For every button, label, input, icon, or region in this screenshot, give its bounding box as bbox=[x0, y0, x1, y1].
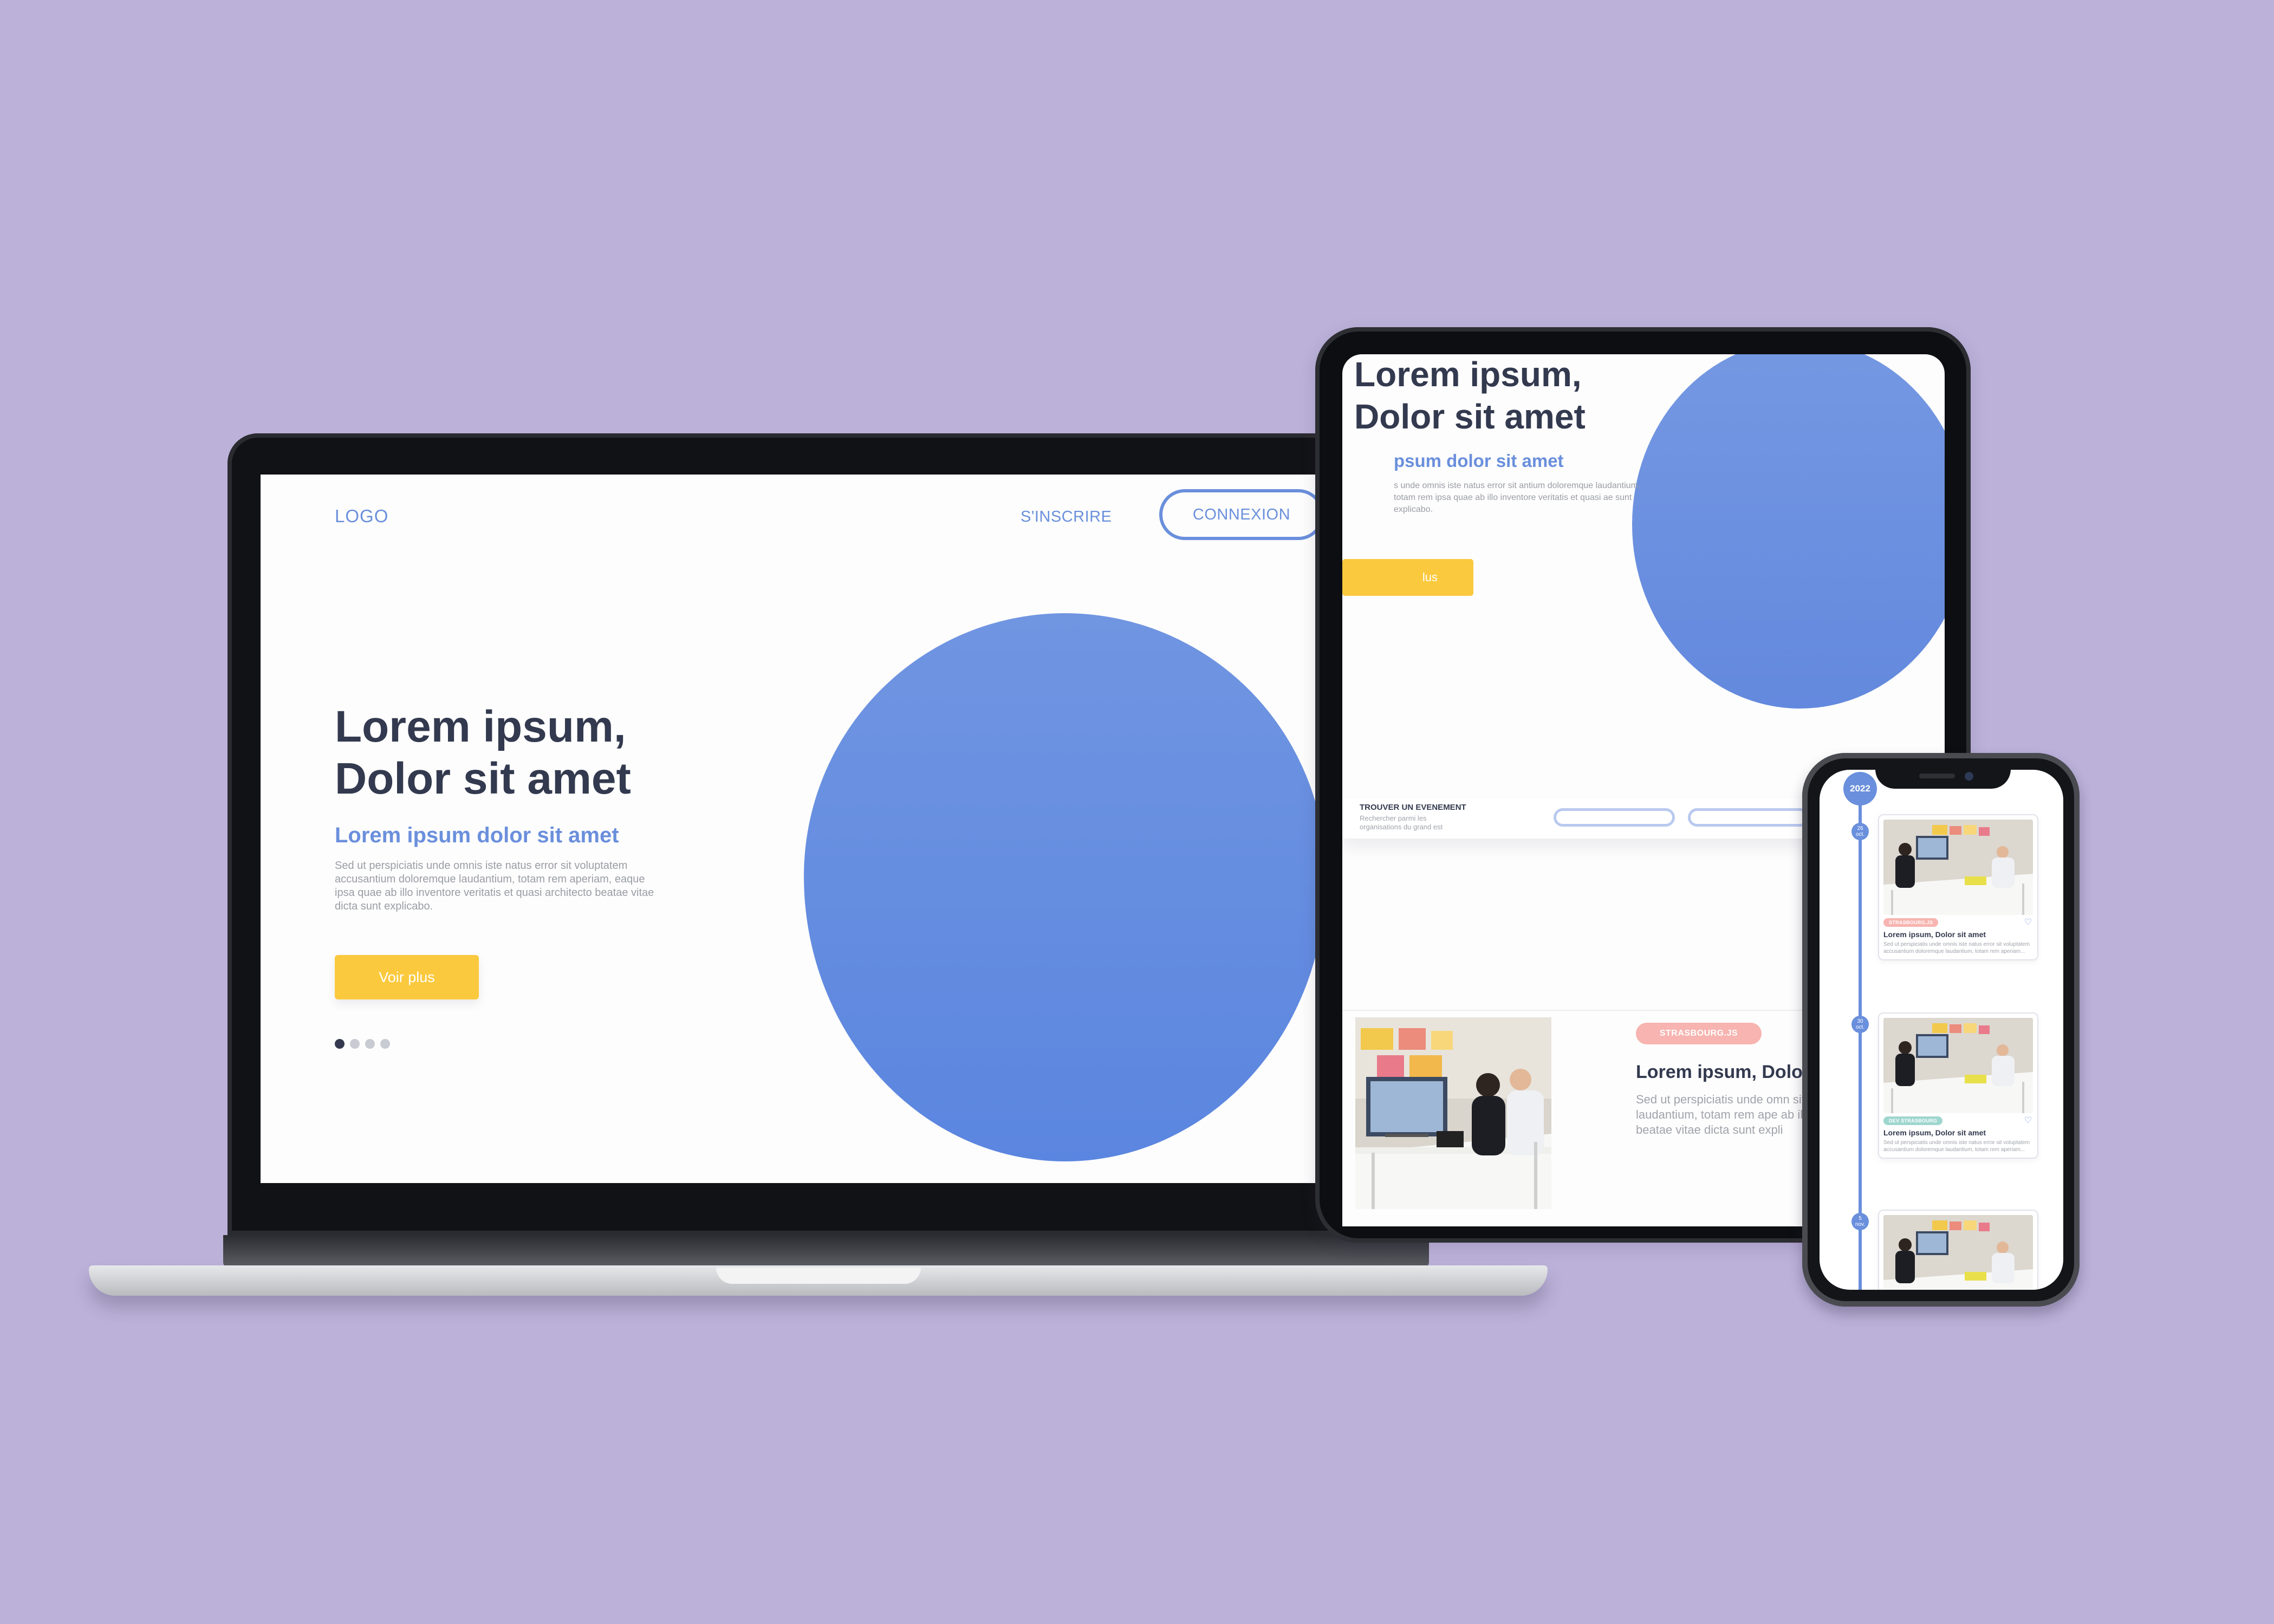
event-card[interactable]: STRASBOURG.JS ♡ Lorem ipsum, Dolor sit a… bbox=[1878, 814, 2038, 960]
meeting-photo-illustration bbox=[1355, 1017, 1551, 1209]
tablet-voir-plus-button[interactable]: lus bbox=[1342, 559, 1473, 596]
event-card-description: Sed ut perspiciatis unde omnis iste natu… bbox=[1883, 1140, 2030, 1153]
hero-blob-shape bbox=[804, 613, 1326, 1161]
carousel-dot-1[interactable] bbox=[335, 1039, 345, 1049]
event-card-photo bbox=[1883, 1215, 2033, 1290]
event-card[interactable]: DEV STRASBOURG ♡ Lorem ipsum, Dolor sit … bbox=[1878, 1012, 2038, 1159]
hero-headline-line1: Lorem ipsum, bbox=[335, 702, 626, 751]
timeline-date-day: 30 bbox=[1857, 1018, 1863, 1024]
meeting-photo-illustration bbox=[1883, 1215, 2033, 1290]
event-card-title[interactable]: Lorem ipsum, Dolor sit amet bbox=[1883, 930, 2033, 939]
carousel-dot-4[interactable] bbox=[380, 1039, 390, 1049]
event-card-photo bbox=[1883, 1018, 2033, 1113]
logo[interactable]: LOGO bbox=[335, 506, 388, 527]
laptop-screen: LOGO S'INSCRIRE CONNEXION Lorem ipsum, D… bbox=[261, 475, 1393, 1183]
hero-headline-line2: Dolor sit amet bbox=[335, 754, 631, 803]
tablet-hero-headline-line2: Dolor sit amet bbox=[1354, 397, 1586, 436]
event-card-photo bbox=[1883, 820, 2033, 915]
signup-link[interactable]: S'INSCRIRE bbox=[1021, 508, 1112, 526]
event-title[interactable]: Lorem ipsum, Dolo bbox=[1636, 1062, 1803, 1083]
hero-headline: Lorem ipsum, Dolor sit amet bbox=[335, 701, 714, 805]
event-card-title[interactable]: Lorem ipsum, Dolor sit amet bbox=[1883, 1128, 2033, 1137]
timeline-date-node: 26 oct. bbox=[1851, 823, 1869, 840]
timeline-date-month: oct. bbox=[1855, 1024, 1865, 1030]
event-card[interactable] bbox=[1878, 1210, 2038, 1290]
timeline-date-node: 30 oct. bbox=[1851, 1016, 1869, 1033]
meeting-photo-illustration bbox=[1883, 820, 2033, 915]
event-tag[interactable]: STRASBOURG.JS bbox=[1636, 1023, 1762, 1044]
tablet-hero-blob-shape bbox=[1632, 354, 1945, 709]
event-card-description: Sed ut perspiciatis unde omnis iste natu… bbox=[1883, 941, 2030, 954]
timeline-date-day: 26 bbox=[1857, 826, 1863, 832]
carousel-dot-2[interactable] bbox=[350, 1039, 360, 1049]
timeline-date-day: 5 bbox=[1859, 1216, 1862, 1222]
timeline-date-node: 5 nov. bbox=[1851, 1213, 1869, 1230]
event-search-subtitle: Rechercher parmi les organisations du gr… bbox=[1360, 814, 1443, 831]
login-button[interactable]: CONNEXION bbox=[1159, 489, 1324, 540]
event-card-tag[interactable]: STRASBOURG.JS bbox=[1883, 918, 1939, 927]
event-search-title: TROUVER UN EVENEMENT bbox=[1360, 803, 1466, 812]
tablet-hero-headline-line1: Lorem ipsum, bbox=[1354, 355, 1582, 394]
heart-icon[interactable]: ♡ bbox=[2024, 918, 2033, 927]
phone-screen: 2022 26 oct. STRASBOURG.JS ♡ Lorem ipsum… bbox=[1820, 770, 2063, 1290]
tablet-hero-body: s unde omnis iste natus error sit antium… bbox=[1394, 481, 1641, 514]
carousel-dot-3[interactable] bbox=[365, 1039, 375, 1049]
heart-icon[interactable]: ♡ bbox=[2024, 1116, 2033, 1125]
timeline-date-month: nov. bbox=[1855, 1222, 1866, 1227]
tablet-hero-subheadline: psum dolor sit amet bbox=[1394, 451, 1564, 471]
event-photo[interactable] bbox=[1355, 1017, 1551, 1209]
carousel-dots bbox=[335, 1039, 390, 1049]
voir-plus-button[interactable]: Voir plus bbox=[335, 955, 479, 999]
search-filter-input-1[interactable] bbox=[1554, 808, 1675, 827]
search-filter-input-2[interactable] bbox=[1688, 808, 1809, 827]
hero-body: Sed ut perspiciatis unde omnis iste natu… bbox=[335, 860, 654, 912]
phone-speaker bbox=[1919, 774, 1955, 778]
event-card-tag[interactable]: DEV STRASBOURG bbox=[1883, 1116, 1943, 1125]
laptop-hinge bbox=[223, 1235, 1429, 1268]
tablet-hero-headline: Lorem ipsum, Dolor sit amet bbox=[1354, 354, 1586, 438]
laptop-trackpad-notch bbox=[716, 1268, 921, 1284]
phone-camera bbox=[1965, 772, 1973, 781]
hero-subheadline: Lorem ipsum dolor sit amet bbox=[335, 823, 619, 847]
meeting-photo-illustration bbox=[1883, 1018, 2033, 1113]
timeline-date-month: oct. bbox=[1855, 832, 1865, 837]
timeline-year-badge: 2022 bbox=[1843, 772, 1877, 805]
